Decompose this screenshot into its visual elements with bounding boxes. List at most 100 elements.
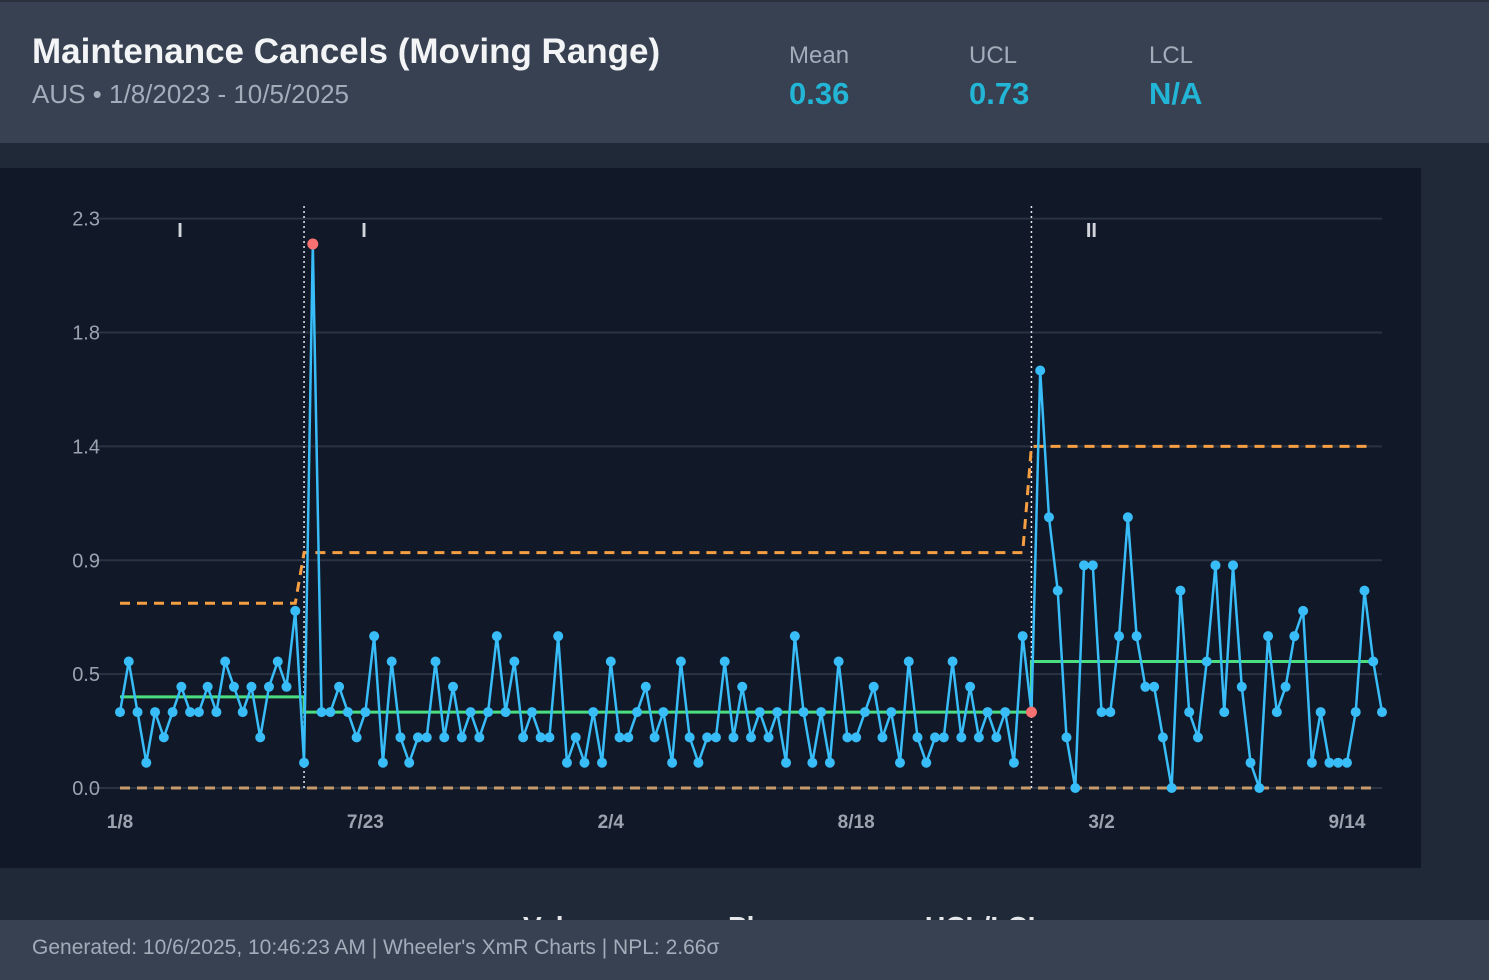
stat-lcl-label: LCL xyxy=(1149,42,1194,69)
data-point xyxy=(1131,631,1142,642)
legend-peek: Values Phases UCL/LCL xyxy=(0,906,1489,920)
data-point xyxy=(816,707,827,718)
legend-item-phases[interactable]: Phases xyxy=(728,911,826,920)
data-point xyxy=(237,707,248,718)
data-point xyxy=(903,656,914,667)
data-point xyxy=(1236,681,1247,692)
data-point xyxy=(1298,605,1309,616)
data-point xyxy=(842,732,853,743)
data-point xyxy=(1008,757,1019,768)
data-point xyxy=(1341,757,1352,768)
data-point xyxy=(894,757,905,768)
phase-label: I xyxy=(177,220,183,242)
x-tick-label: 1/8 xyxy=(107,812,133,833)
data-point xyxy=(649,732,660,743)
legend-item-limits[interactable]: UCL/LCL xyxy=(925,911,1045,920)
data-point xyxy=(228,681,239,692)
stat-ucl-label: UCL xyxy=(969,42,1018,69)
data-point xyxy=(1219,707,1230,718)
data-point xyxy=(930,732,941,743)
moving-range-chart: 0.0 0.5 0.9 1.4 1.8 2.3 1/8 7/23 2/4 8/18 3/2 9/14 I… xyxy=(72,206,1387,833)
data-point xyxy=(1166,783,1177,793)
x-tick-label: 3/2 xyxy=(1088,812,1114,833)
data-point xyxy=(544,732,555,743)
data-point xyxy=(272,656,283,667)
y-tick-label: 0.5 xyxy=(72,664,100,686)
data-point xyxy=(1289,631,1300,642)
data-point xyxy=(956,732,967,743)
data-point xyxy=(702,732,713,743)
legend-item-values[interactable]: Values xyxy=(523,911,612,920)
data-point xyxy=(632,707,643,718)
data-point xyxy=(754,707,765,718)
data-point xyxy=(1043,512,1054,523)
data-point xyxy=(1254,783,1265,793)
data-point xyxy=(675,656,686,667)
data-point xyxy=(1350,707,1361,718)
data-point xyxy=(386,656,397,667)
data-point xyxy=(1105,707,1116,718)
data-point xyxy=(868,681,879,692)
data-point xyxy=(938,732,949,743)
data-point xyxy=(509,656,520,667)
data-point xyxy=(1087,560,1098,571)
x-tick-label: 9/14 xyxy=(1328,812,1365,833)
x-tick-label: 7/23 xyxy=(347,812,384,833)
data-point xyxy=(351,732,362,743)
data-point xyxy=(518,732,529,743)
stat-mean-value: 0.36 xyxy=(789,76,850,111)
page-title: Maintenance Cancels (Moving Range) xyxy=(32,32,661,71)
data-point xyxy=(141,757,152,768)
data-point xyxy=(1000,707,1011,718)
page-subtitle: AUS • 1/8/2023 - 10/5/2025 xyxy=(32,79,349,109)
data-point xyxy=(377,757,388,768)
data-point xyxy=(255,732,266,743)
data-point xyxy=(1079,560,1090,571)
data-point xyxy=(588,707,599,718)
data-point xyxy=(474,732,485,743)
data-point xyxy=(1175,585,1186,596)
data-point xyxy=(824,757,835,768)
series-line xyxy=(118,243,1384,789)
stat-mean-label: Mean xyxy=(789,42,850,69)
data-point xyxy=(1096,707,1107,718)
data-point xyxy=(921,757,932,768)
data-point xyxy=(404,757,415,768)
data-point xyxy=(132,707,143,718)
data-point xyxy=(290,605,301,616)
footer-text: Generated: 10/6/2025, 10:46:23 AM | Whee… xyxy=(32,936,720,959)
data-point xyxy=(605,656,616,667)
data-point xyxy=(684,732,695,743)
data-point xyxy=(667,757,678,768)
data-point xyxy=(395,732,406,743)
data-point xyxy=(115,707,125,718)
data-point xyxy=(1280,681,1291,692)
data-point xyxy=(1184,707,1195,718)
data-point xyxy=(1114,631,1125,642)
footer: Generated: 10/6/2025, 10:46:23 AM | Whee… xyxy=(0,920,1489,980)
data-point xyxy=(123,656,134,667)
data-point xyxy=(737,681,748,692)
data-point xyxy=(772,707,783,718)
data-point xyxy=(859,707,870,718)
data-point xyxy=(448,681,459,692)
y-tick-label: 1.4 xyxy=(72,436,100,458)
violation-point xyxy=(1025,706,1037,718)
data-point xyxy=(553,631,564,642)
data-point xyxy=(886,707,897,718)
chart-panel: 0.0 0.5 0.9 1.4 1.8 2.3 1/8 7/23 2/4 8/18 3/2 9/14 I… xyxy=(0,168,1421,868)
stat-mean: Mean 0.36 xyxy=(789,42,849,112)
data-point xyxy=(360,707,371,718)
x-tick-label: 8/18 xyxy=(838,812,875,833)
data-point xyxy=(500,707,511,718)
data-point xyxy=(430,656,441,667)
data-point xyxy=(1377,707,1387,718)
stat-lcl: LCL N/A xyxy=(1149,42,1202,112)
data-point xyxy=(1368,656,1379,667)
data-point xyxy=(1061,732,1072,743)
data-point xyxy=(334,681,345,692)
data-point xyxy=(1228,560,1239,571)
data-point xyxy=(991,732,1002,743)
data-point xyxy=(299,757,310,768)
data-point xyxy=(193,707,204,718)
